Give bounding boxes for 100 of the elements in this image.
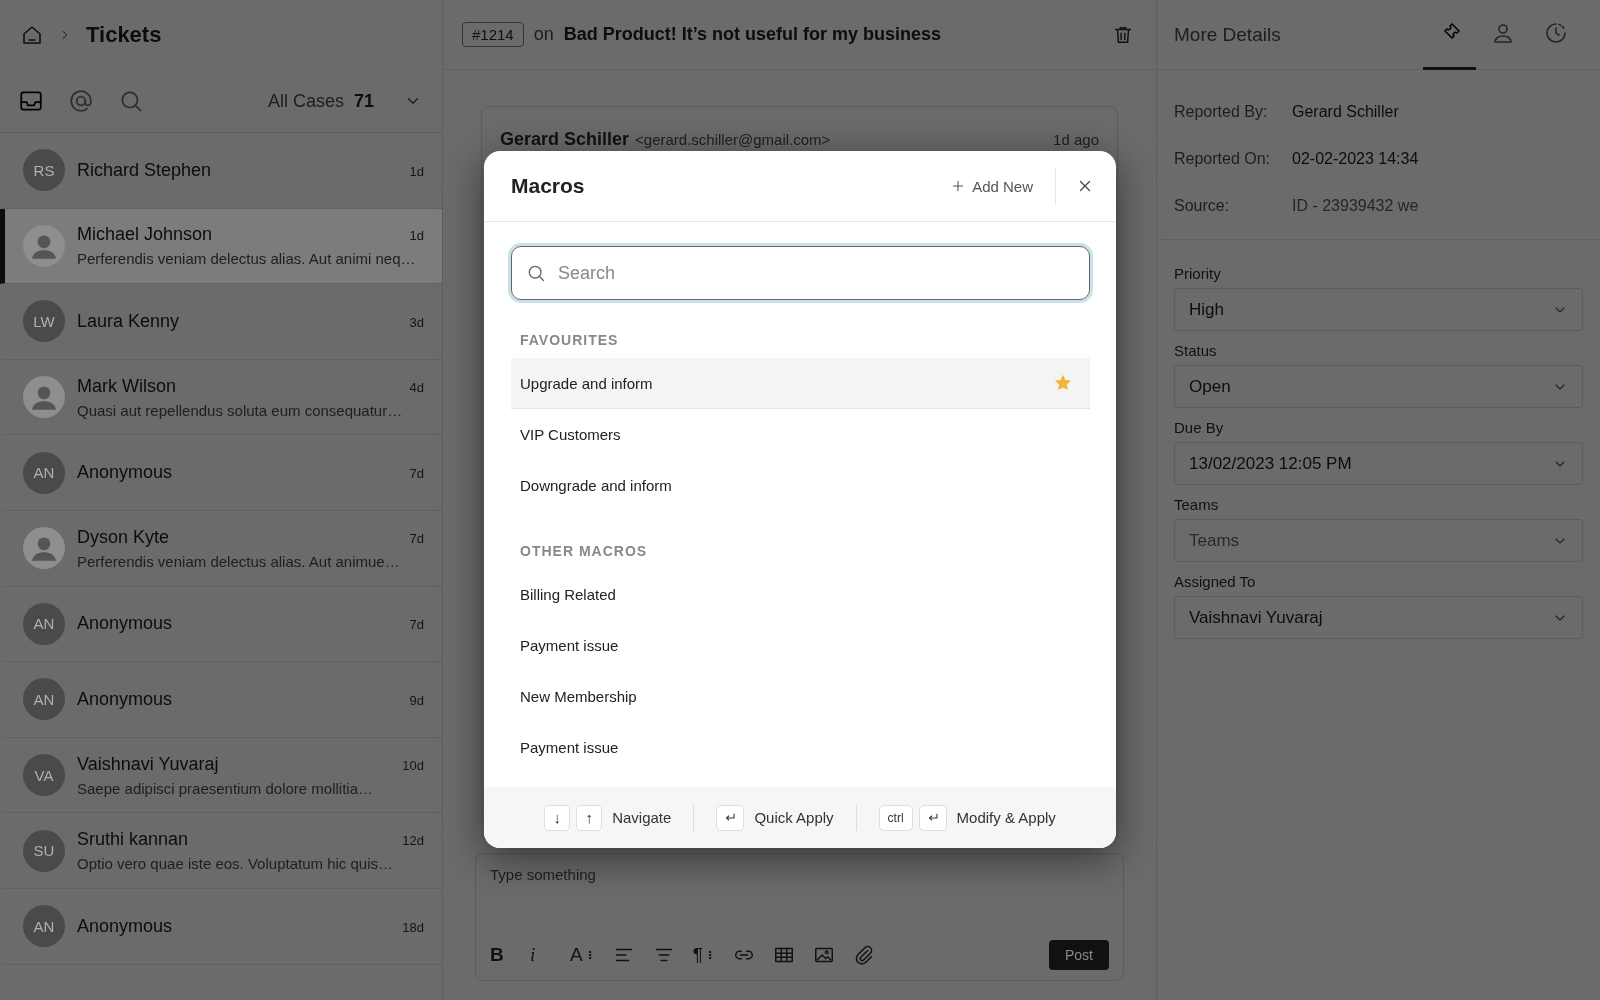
avatar-initials: VA: [23, 754, 65, 797]
paragraph-tool-button[interactable]: ¶: [692, 944, 717, 966]
message-preview: Perferendis veniam delectus alias. Aut animue…: [77, 552, 401, 570]
ticket-list-item[interactable]: Mark Wilson 4d Quasi aut repellendus soluta eum consequatur…: [0, 359, 442, 436]
avatar-initials: AN: [23, 451, 65, 494]
section-heading: FAVOURITES: [519, 332, 620, 348]
ticket-list-item[interactable]: AN Anonymous 9d: [0, 662, 442, 738]
ticket-time: 18d: [402, 919, 424, 935]
macro-item[interactable]: Payment issue: [511, 620, 1090, 671]
add-new-button[interactable]: Add New: [950, 168, 1056, 204]
ticket-time: 7d: [409, 466, 424, 482]
ticket-list-item[interactable]: LW Laura Kenny 3d: [0, 284, 442, 360]
shortcut-label: Navigate: [612, 809, 672, 826]
avatar-initials: AN: [23, 678, 65, 721]
macro-item[interactable]: New Membership: [511, 671, 1090, 722]
avatar-initials: AN: [23, 602, 65, 645]
field-label: Due By: [1174, 419, 1225, 436]
sender-email: <gerard.schiller@gmail.com>: [635, 131, 831, 148]
message-preview: Quasi aut repellendus soluta eum consequatur…: [77, 401, 404, 419]
ticket-subject: Bad Product! It’s not useful for my business: [563, 24, 942, 45]
info-value: ID - 23939432 we: [1292, 196, 1419, 215]
post-button[interactable]: Post: [1049, 940, 1109, 970]
macro-item[interactable]: VIP Customers: [511, 409, 1090, 460]
contact-name: Dyson Kyte: [77, 526, 170, 548]
ticket-list-item[interactable]: SU Sruthi kannan 12d Optio vero quae iste eos. Voluptatum hic quis…: [0, 813, 442, 889]
contact-name: Anonymous: [77, 915, 173, 937]
dropdown-field[interactable]: High: [1174, 288, 1583, 331]
field-label: Status: [1174, 342, 1218, 359]
field-label: Teams: [1174, 496, 1220, 513]
info-value: 02-02-2023 14:34: [1292, 149, 1419, 168]
page-title: Tickets: [86, 22, 162, 48]
field-label: Assigned To: [1174, 573, 1257, 590]
case-filter[interactable]: All Cases 71: [267, 90, 374, 112]
field-label: Priority: [1174, 265, 1222, 282]
ticket-list-item[interactable]: AN Anonymous 7d: [0, 586, 442, 663]
message-preview: Perferendis veniam delectus alias. Aut animi neq…: [77, 250, 417, 268]
message-preview: Optio vero quae iste eos. Voluptatum hic quis…: [77, 855, 394, 873]
ticket-list-item[interactable]: AN Anonymous 18d: [0, 888, 442, 965]
info-label: Reported On:: [1174, 149, 1272, 168]
shortcut-label: Modify & Apply: [956, 809, 1056, 826]
text-size-tool-button[interactable]: A: [570, 944, 597, 966]
dialog-title: Macros: [511, 174, 585, 198]
macro-item[interactable]: Payment issue: [511, 722, 1090, 773]
bold-tool-button[interactable]: B: [490, 944, 514, 966]
clock-icon: [1543, 21, 1568, 45]
contact-name: Anonymous: [77, 613, 173, 635]
section-heading: OTHER MACROS: [519, 543, 649, 559]
info-value: Gerard Schiller: [1292, 102, 1399, 121]
keyboard-key: ↑: [576, 804, 603, 831]
ticket-time: 9d: [409, 692, 424, 708]
ticket-time: 10d: [402, 757, 424, 773]
ticket-time: 1d: [409, 163, 424, 179]
dropdown-field[interactable]: Open: [1174, 365, 1583, 408]
avatar-initials: RS: [23, 149, 65, 192]
ticket-time: 1d: [409, 228, 424, 244]
info-label: Source:: [1174, 196, 1231, 215]
ticket-list-item[interactable]: AN Anonymous 7d: [0, 435, 442, 511]
info-label: Reported By:: [1174, 102, 1269, 121]
avatar-initials: AN: [23, 905, 65, 948]
message-preview: Saepe adipisci praesentium dolore mollitia…: [77, 779, 374, 797]
keyboard-key: ctrl: [878, 804, 913, 831]
search-field[interactable]: Search: [511, 246, 1090, 300]
panel-title: More Details: [1174, 23, 1281, 46]
italic-tool-button[interactable]: i: [530, 944, 554, 966]
ticket-list-item[interactable]: RS Richard Stephen 1d: [0, 133, 442, 209]
contact-name: Vaishnavi Yuvaraj: [77, 753, 219, 775]
ticket-number-tag: #1214: [462, 22, 524, 47]
avatar-initials: LW: [23, 300, 65, 343]
ticket-time: 7d: [409, 530, 424, 546]
ticket-list-item[interactable]: Dyson Kyte 7d Perferendis veniam delectus alias. Aut animue…: [0, 510, 442, 587]
shortcut-label: Quick Apply: [754, 809, 834, 826]
ticket-list-item[interactable]: Michael Johnson 1d Perferendis veniam delectus alias. Aut animi neq…: [0, 208, 442, 285]
avatar-initials: SU: [23, 829, 65, 872]
dropdown-field[interactable]: 13/02/2023 12:05 PM: [1174, 442, 1583, 485]
macro-item[interactable]: Downgrade and inform: [511, 460, 1090, 511]
contact-name: Mark Wilson: [77, 375, 176, 397]
connector-text: on: [533, 24, 554, 45]
inbox-icon[interactable]: [18, 88, 44, 114]
ticket-time: 4d: [409, 379, 424, 395]
dropdown-field[interactable]: Vaishnavi Yuvaraj: [1174, 596, 1583, 639]
ticket-time: 12d: [402, 833, 424, 849]
contact-name: Richard Stephen: [77, 159, 212, 181]
macro-item[interactable]: Billing Related: [511, 569, 1090, 620]
keyboard-key: ↓: [544, 804, 571, 831]
contact-name: Sruthi kannan: [77, 829, 189, 851]
dropdown-field[interactable]: Teams: [1174, 519, 1583, 562]
home-icon[interactable]: [20, 23, 44, 47]
contact-name: Anonymous: [77, 462, 173, 484]
macro-item[interactable]: Upgrade and inform: [511, 358, 1090, 409]
contact-name: Laura Kenny: [77, 311, 180, 332]
contact-name: Michael Johnson: [77, 224, 213, 246]
ticket-time: 7d: [409, 617, 424, 633]
reply-input[interactable]: Type something: [490, 866, 1109, 883]
mentions-icon[interactable]: [68, 88, 94, 114]
search-input[interactable]: Search: [556, 261, 1075, 285]
message-time: 1d ago: [1053, 131, 1099, 148]
ticket-list-item[interactable]: VA Vaishnavi Yuvaraj 10d Saepe adipisci praesentium dolore mollitia…: [0, 737, 442, 814]
search-icon: [526, 263, 546, 283]
sender-name: Gerard Schiller: [500, 129, 630, 150]
ticket-time: 3d: [409, 315, 424, 330]
